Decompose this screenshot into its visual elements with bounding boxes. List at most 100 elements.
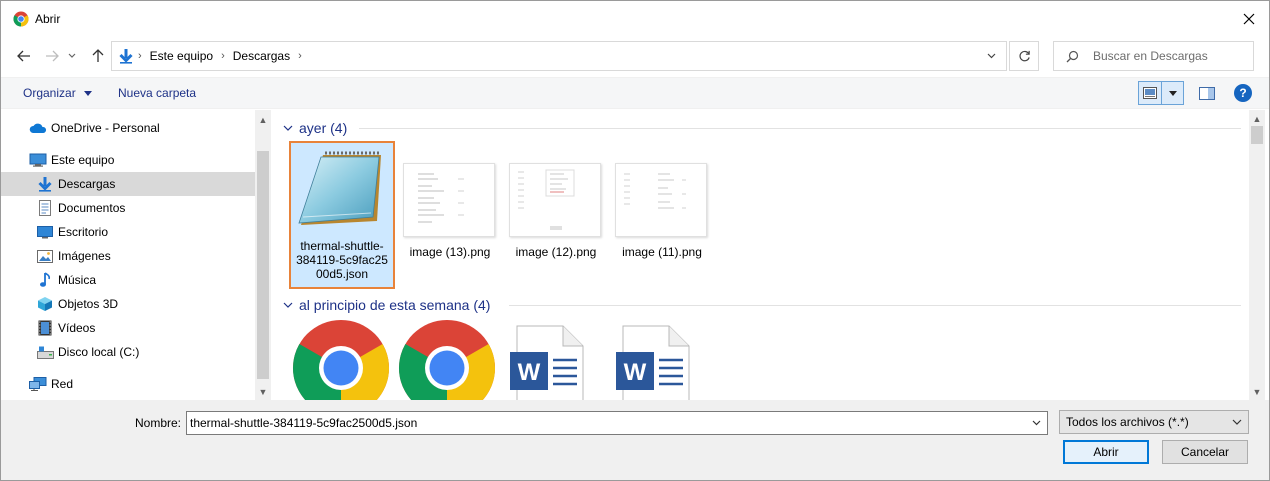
- sidebar-item-label: Imágenes: [58, 249, 111, 263]
- open-button[interactable]: Abrir: [1063, 440, 1149, 464]
- chevron-down-icon: [987, 53, 995, 59]
- group-header-ayer[interactable]: ayer (4): [283, 120, 347, 136]
- sidebar-item-disco-local[interactable]: Disco local (C:): [1, 340, 255, 364]
- sidebar-item-label: Música: [58, 273, 97, 287]
- view-options-dropdown[interactable]: [1161, 82, 1183, 104]
- sidebar-item-imagenes[interactable]: Imágenes: [1, 244, 255, 268]
- download-icon: [116, 48, 136, 64]
- file-list-scrollbar[interactable]: [1249, 110, 1265, 400]
- sidebar-item-documentos[interactable]: Documentos: [1, 196, 255, 220]
- chevron-down-icon: [283, 123, 293, 134]
- file-item-word[interactable]: W: [505, 324, 611, 400]
- new-folder-button[interactable]: Nueva carpeta: [118, 86, 196, 100]
- sidebar-item-objetos-3d[interactable]: Objetos 3D: [1, 292, 255, 316]
- drive-icon: [36, 344, 54, 360]
- close-button[interactable]: [1231, 5, 1267, 33]
- sidebar-item-label: Disco local (C:): [58, 345, 140, 359]
- sidebar-item-label: Escritorio: [58, 225, 109, 239]
- file-name-label: image (12).png: [515, 245, 597, 259]
- file-name-dropdown[interactable]: [1029, 416, 1043, 430]
- file-item-chrome[interactable]: [397, 318, 503, 400]
- preview-pane-button[interactable]: [1195, 81, 1219, 105]
- chrome-icon: [399, 320, 495, 400]
- refresh-button[interactable]: [1009, 41, 1039, 71]
- group-divider: [509, 305, 1241, 306]
- scroll-up-arrow-icon[interactable]: ▲: [1249, 111, 1265, 127]
- recent-locations-button[interactable]: [65, 44, 79, 68]
- sidebar-item-red[interactable]: Red: [1, 372, 255, 396]
- group-header-label: ayer (4): [299, 120, 348, 136]
- scroll-down-arrow-icon[interactable]: ▼: [1249, 384, 1265, 400]
- change-view-button[interactable]: [1138, 81, 1184, 105]
- sidebar-item-label: Descargas: [58, 177, 116, 191]
- navigation-pane-scroll-thumb[interactable]: [257, 151, 269, 379]
- search-icon: [1066, 50, 1079, 62]
- chevron-down-icon: [283, 300, 293, 311]
- command-bar: Organizar Nueva carpeta: [1, 77, 1269, 109]
- address-history-dropdown[interactable]: [979, 44, 1003, 68]
- chrome-app-icon: [13, 11, 29, 27]
- file-list-scroll-thumb[interactable]: [1251, 126, 1263, 144]
- navigation-pane: OneDrive - Personal Este equipo Descarga…: [1, 110, 271, 400]
- file-item-chrome[interactable]: [291, 318, 397, 400]
- up-button[interactable]: [87, 44, 109, 68]
- file-item-png[interactable]: image (12).png: [503, 141, 609, 261]
- chevron-down-icon: [68, 53, 76, 58]
- png-thumbnail-icon: [509, 163, 601, 237]
- breadcrumb-separator[interactable]: ›: [219, 50, 227, 62]
- breadcrumb-separator[interactable]: ›: [136, 50, 144, 62]
- file-item-png[interactable]: image (11).png: [609, 141, 715, 261]
- file-name-input[interactable]: [190, 413, 1028, 433]
- breadcrumb-este-equipo[interactable]: Este equipo: [144, 49, 219, 63]
- file-name-label: image (11).png: [622, 245, 702, 259]
- sidebar-item-este-equipo[interactable]: Este equipo: [1, 148, 255, 172]
- svg-text:W: W: [624, 359, 647, 386]
- sidebar-item-musica[interactable]: Música: [1, 268, 255, 292]
- desktop-icon: [36, 224, 54, 240]
- cube-icon: [36, 296, 54, 312]
- sidebar-item-descargas[interactable]: Descargas: [1, 172, 255, 196]
- chevron-down-icon: [1032, 420, 1040, 426]
- file-item-word[interactable]: W: [611, 324, 717, 400]
- breadcrumb-descargas[interactable]: Descargas: [227, 49, 296, 63]
- address-bar[interactable]: › Este equipo › Descargas ›: [111, 41, 1007, 71]
- search-box[interactable]: [1053, 41, 1254, 71]
- file-name-label: Nombre:: [135, 416, 182, 430]
- arrow-left-icon: [17, 50, 30, 62]
- view-mode-icon[interactable]: [1139, 82, 1161, 104]
- sidebar-item-label: Vídeos: [58, 321, 96, 335]
- file-item-json[interactable]: thermal-shuttle- 384119-5c9fac25 00d5.json: [289, 141, 395, 289]
- organize-button[interactable]: Organizar: [23, 86, 93, 100]
- title-bar: Abrir: [1, 1, 1269, 37]
- file-name-combobox[interactable]: [186, 411, 1048, 435]
- images-icon: [36, 248, 54, 264]
- help-button[interactable]: ?: [1234, 84, 1252, 102]
- sidebar-item-label: Este equipo: [51, 153, 115, 167]
- sidebar-item-onedrive[interactable]: OneDrive - Personal: [1, 116, 255, 140]
- breadcrumb-separator[interactable]: ›: [296, 50, 304, 62]
- scroll-down-arrow-icon[interactable]: ▼: [255, 384, 271, 400]
- scroll-up-arrow-icon[interactable]: ▲: [255, 112, 271, 128]
- file-name-label: image (13).png: [409, 245, 491, 259]
- group-header-label: al principio de esta semana (4): [299, 297, 491, 313]
- document-icon: [36, 200, 54, 216]
- network-icon: [29, 376, 47, 392]
- chrome-icon: [293, 320, 389, 400]
- caret-down-icon: [1168, 90, 1177, 96]
- png-thumbnail-icon: [403, 163, 495, 237]
- sidebar-item-label: OneDrive - Personal: [51, 121, 160, 135]
- sidebar-item-label: Documentos: [58, 201, 126, 215]
- back-button[interactable]: [13, 44, 35, 68]
- search-input[interactable]: [1093, 49, 1253, 63]
- file-type-value: Todos los archivos (*.*): [1066, 415, 1189, 429]
- sidebar-item-escritorio[interactable]: Escritorio: [1, 220, 255, 244]
- sidebar-item-videos[interactable]: Vídeos: [1, 316, 255, 340]
- file-type-select[interactable]: Todos los archivos (*.*): [1059, 410, 1249, 434]
- group-header-esta-semana[interactable]: al principio de esta semana (4): [283, 297, 490, 313]
- file-item-png[interactable]: image (13).png: [397, 141, 503, 261]
- arrow-right-icon: [46, 50, 59, 62]
- arrow-up-icon: [92, 49, 104, 62]
- cancel-button[interactable]: Cancelar: [1162, 440, 1248, 464]
- forward-button[interactable]: [41, 44, 63, 68]
- close-icon: [1243, 13, 1255, 25]
